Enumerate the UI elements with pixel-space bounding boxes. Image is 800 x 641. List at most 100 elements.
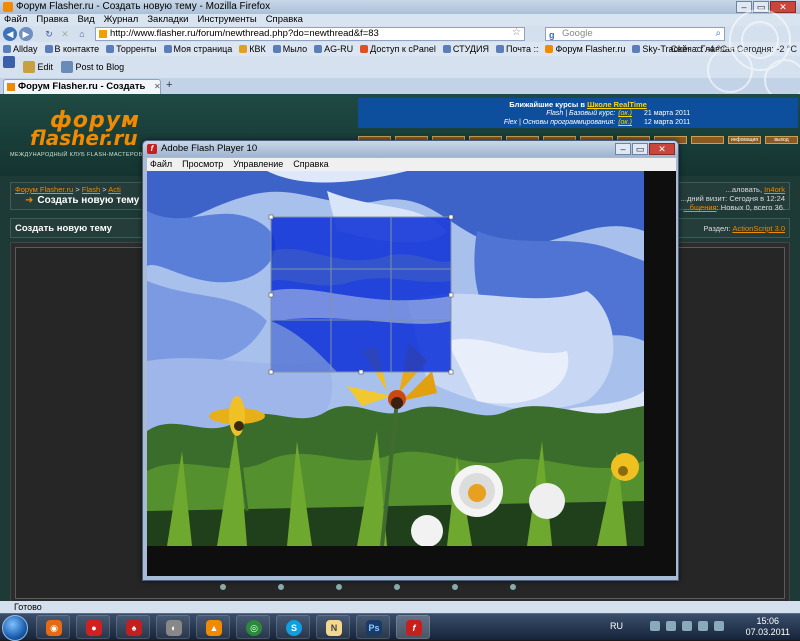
search-icon[interactable]: ⌕: [716, 28, 721, 40]
stop-icon[interactable]: ✕: [58, 27, 72, 41]
bookmark-item[interactable]: Allday: [3, 42, 38, 56]
messages-link[interactable]: ...бщения: [683, 203, 716, 212]
menu-bookmarks[interactable]: Закладки: [147, 14, 188, 26]
back-icon[interactable]: ◀: [3, 27, 17, 41]
tray-icons: [650, 621, 724, 631]
post-to-blog-button[interactable]: Post to Blog: [61, 56, 124, 78]
tray-icon[interactable]: [666, 621, 676, 631]
flash-title-bar: f Adobe Flash Player 10 – ▭ ✕: [143, 141, 678, 157]
volume-icon[interactable]: [698, 621, 708, 631]
app-icon: ♠: [126, 620, 142, 636]
taskbar-photoshop[interactable]: Ps: [356, 615, 390, 639]
search-input[interactable]: g Google ⌕: [545, 27, 725, 41]
tray-icon[interactable]: [650, 621, 660, 631]
windows-taskbar: ◉ ● ♠ ◐ ▲ ◎ S N Ps f RU 15:06 07.03.2011: [0, 613, 800, 641]
tab-active[interactable]: Форум Flasher.ru - Создать новую т... ✕: [3, 79, 161, 105]
skype-icon: S: [286, 620, 302, 636]
clock-time: 15:06: [756, 616, 780, 626]
flash-minimize-button[interactable]: –: [615, 143, 631, 155]
breadcrumb-link-actionscript[interactable]: Acti: [108, 185, 121, 194]
window-title-bar: Форум Flasher.ru - Создать новую тему - …: [0, 0, 800, 14]
forward-icon[interactable]: ▶: [19, 27, 33, 41]
bookmark-item[interactable]: КВК: [239, 42, 266, 56]
courses-banner: Ближайшие курсы в Школе RealTime Flash |…: [358, 98, 798, 128]
menu-edit[interactable]: Правка: [36, 14, 68, 26]
flash-menu-file[interactable]: Файл: [150, 158, 172, 171]
site-nav-info-button[interactable]: инфомация: [728, 136, 761, 144]
firefox-icon: [3, 2, 13, 12]
home-icon[interactable]: ⌂: [75, 27, 89, 41]
bookmark-item[interactable]: Доступ к cPanel: [360, 42, 436, 56]
bookmark-item[interactable]: Форум Flasher.ru: [545, 42, 625, 56]
edit-button[interactable]: Edit: [23, 56, 53, 78]
breadcrumb-link-forum[interactable]: Форум Flasher.ru: [15, 185, 73, 194]
taskbar-vlc[interactable]: ▲: [196, 615, 230, 639]
course-row: Flash | Базовый курс: (ок.) 21 марта 2011: [546, 110, 691, 117]
bookmark-item[interactable]: Торренты: [106, 42, 157, 56]
flash-menu-help[interactable]: Справка: [293, 158, 328, 171]
photoshop-icon: Ps: [366, 620, 382, 636]
address-bar[interactable]: http://www.flasher.ru/forum/newthread.ph…: [95, 27, 525, 41]
close-button[interactable]: ✕: [770, 1, 796, 13]
page-title: ➜ Создать новую тему: [25, 195, 140, 206]
taskbar-firefox[interactable]: ◉: [36, 615, 70, 639]
weather-today: Сегодня: -2 °C: [736, 44, 797, 54]
school-link[interactable]: Школе RealTime: [587, 100, 647, 109]
menu-help[interactable]: Справка: [266, 14, 303, 26]
google-icon: g: [549, 30, 555, 40]
chrome-icon: ◎: [246, 620, 262, 636]
bookmark-star-icon[interactable]: ☆: [512, 27, 521, 38]
taskbar-app[interactable]: ●: [76, 615, 110, 639]
taskbar-chrome[interactable]: ◎: [236, 615, 270, 639]
yellow-flower-right: [611, 453, 639, 481]
course-link[interactable]: (ок.): [618, 119, 632, 126]
vlc-icon: ▲: [206, 620, 222, 636]
network-icon[interactable]: [714, 621, 724, 631]
flash-maximize-button[interactable]: ▭: [632, 143, 648, 155]
site-logo[interactable]: форум flasher.ru МЕЖДУНАРОДНЫЙ КЛУБ FLAS…: [10, 108, 152, 160]
flash-menu-control[interactable]: Управление: [233, 158, 283, 171]
tray-icon[interactable]: [682, 621, 692, 631]
taskbar-skype[interactable]: S: [276, 615, 310, 639]
site-favicon: [99, 30, 107, 38]
start-button[interactable]: [2, 615, 28, 641]
flash-icon: f: [406, 620, 422, 636]
site-nav-logout-button[interactable]: выход: [765, 136, 798, 144]
bookmark-item[interactable]: СТУДИЯ: [442, 42, 489, 56]
bookmark-item[interactable]: Мыло: [272, 42, 307, 56]
taskbar-app[interactable]: ◐: [156, 615, 190, 639]
system-tray: RU 15:06 07.03.2011: [604, 615, 800, 639]
username-link[interactable]: In4ork: [764, 185, 785, 194]
weather-widget[interactable]: Сейчас: -4 °C Сегодня: -2 °C: [671, 42, 797, 56]
tab-close-icon[interactable]: ✕: [154, 80, 161, 93]
menu-file[interactable]: Файл: [4, 14, 27, 26]
course-link[interactable]: (ок.): [618, 110, 632, 117]
menu-tools[interactable]: Инструменты: [197, 14, 256, 26]
user-info: ...аловать, In4ork ...дний визит: Сегодн…: [680, 185, 785, 212]
bookmark-item[interactable]: В контакте: [44, 42, 99, 56]
maximize-button[interactable]: ▭: [753, 1, 769, 13]
taskbar-flash[interactable]: f: [396, 615, 430, 639]
section-link[interactable]: ActionScript 3.0: [732, 224, 785, 233]
clock[interactable]: 15:06 07.03.2011: [746, 616, 790, 638]
taskbar-app[interactable]: ♠: [116, 615, 150, 639]
taskbar-notepad[interactable]: N: [316, 615, 350, 639]
flash-menu-view[interactable]: Просмотр: [182, 158, 223, 171]
language-indicator[interactable]: RU: [610, 621, 623, 631]
course-row: Flex | Основы программирования: (ок.) 12 м…: [503, 119, 691, 126]
reload-icon[interactable]: ↻: [42, 27, 56, 41]
menu-view[interactable]: Вид: [77, 14, 94, 26]
bookmark-item[interactable]: Почта ::: [495, 42, 538, 56]
flash-close-button[interactable]: ✕: [649, 143, 675, 155]
site-nav-button[interactable]: [691, 136, 724, 144]
breadcrumb-link-flash[interactable]: Flash: [82, 185, 100, 194]
app-icon: ◐: [166, 620, 182, 636]
arrow-icon: ➜: [25, 195, 34, 206]
flash-stage[interactable]: [147, 171, 676, 576]
minimize-button[interactable]: –: [736, 1, 752, 13]
bookmark-item[interactable]: AG-RU: [314, 42, 353, 56]
menu-history[interactable]: Журнал: [104, 14, 139, 26]
bookmark-item[interactable]: Моя страница: [163, 42, 232, 56]
new-tab-icon[interactable]: +: [166, 79, 172, 91]
blog-icon[interactable]: [3, 56, 15, 68]
